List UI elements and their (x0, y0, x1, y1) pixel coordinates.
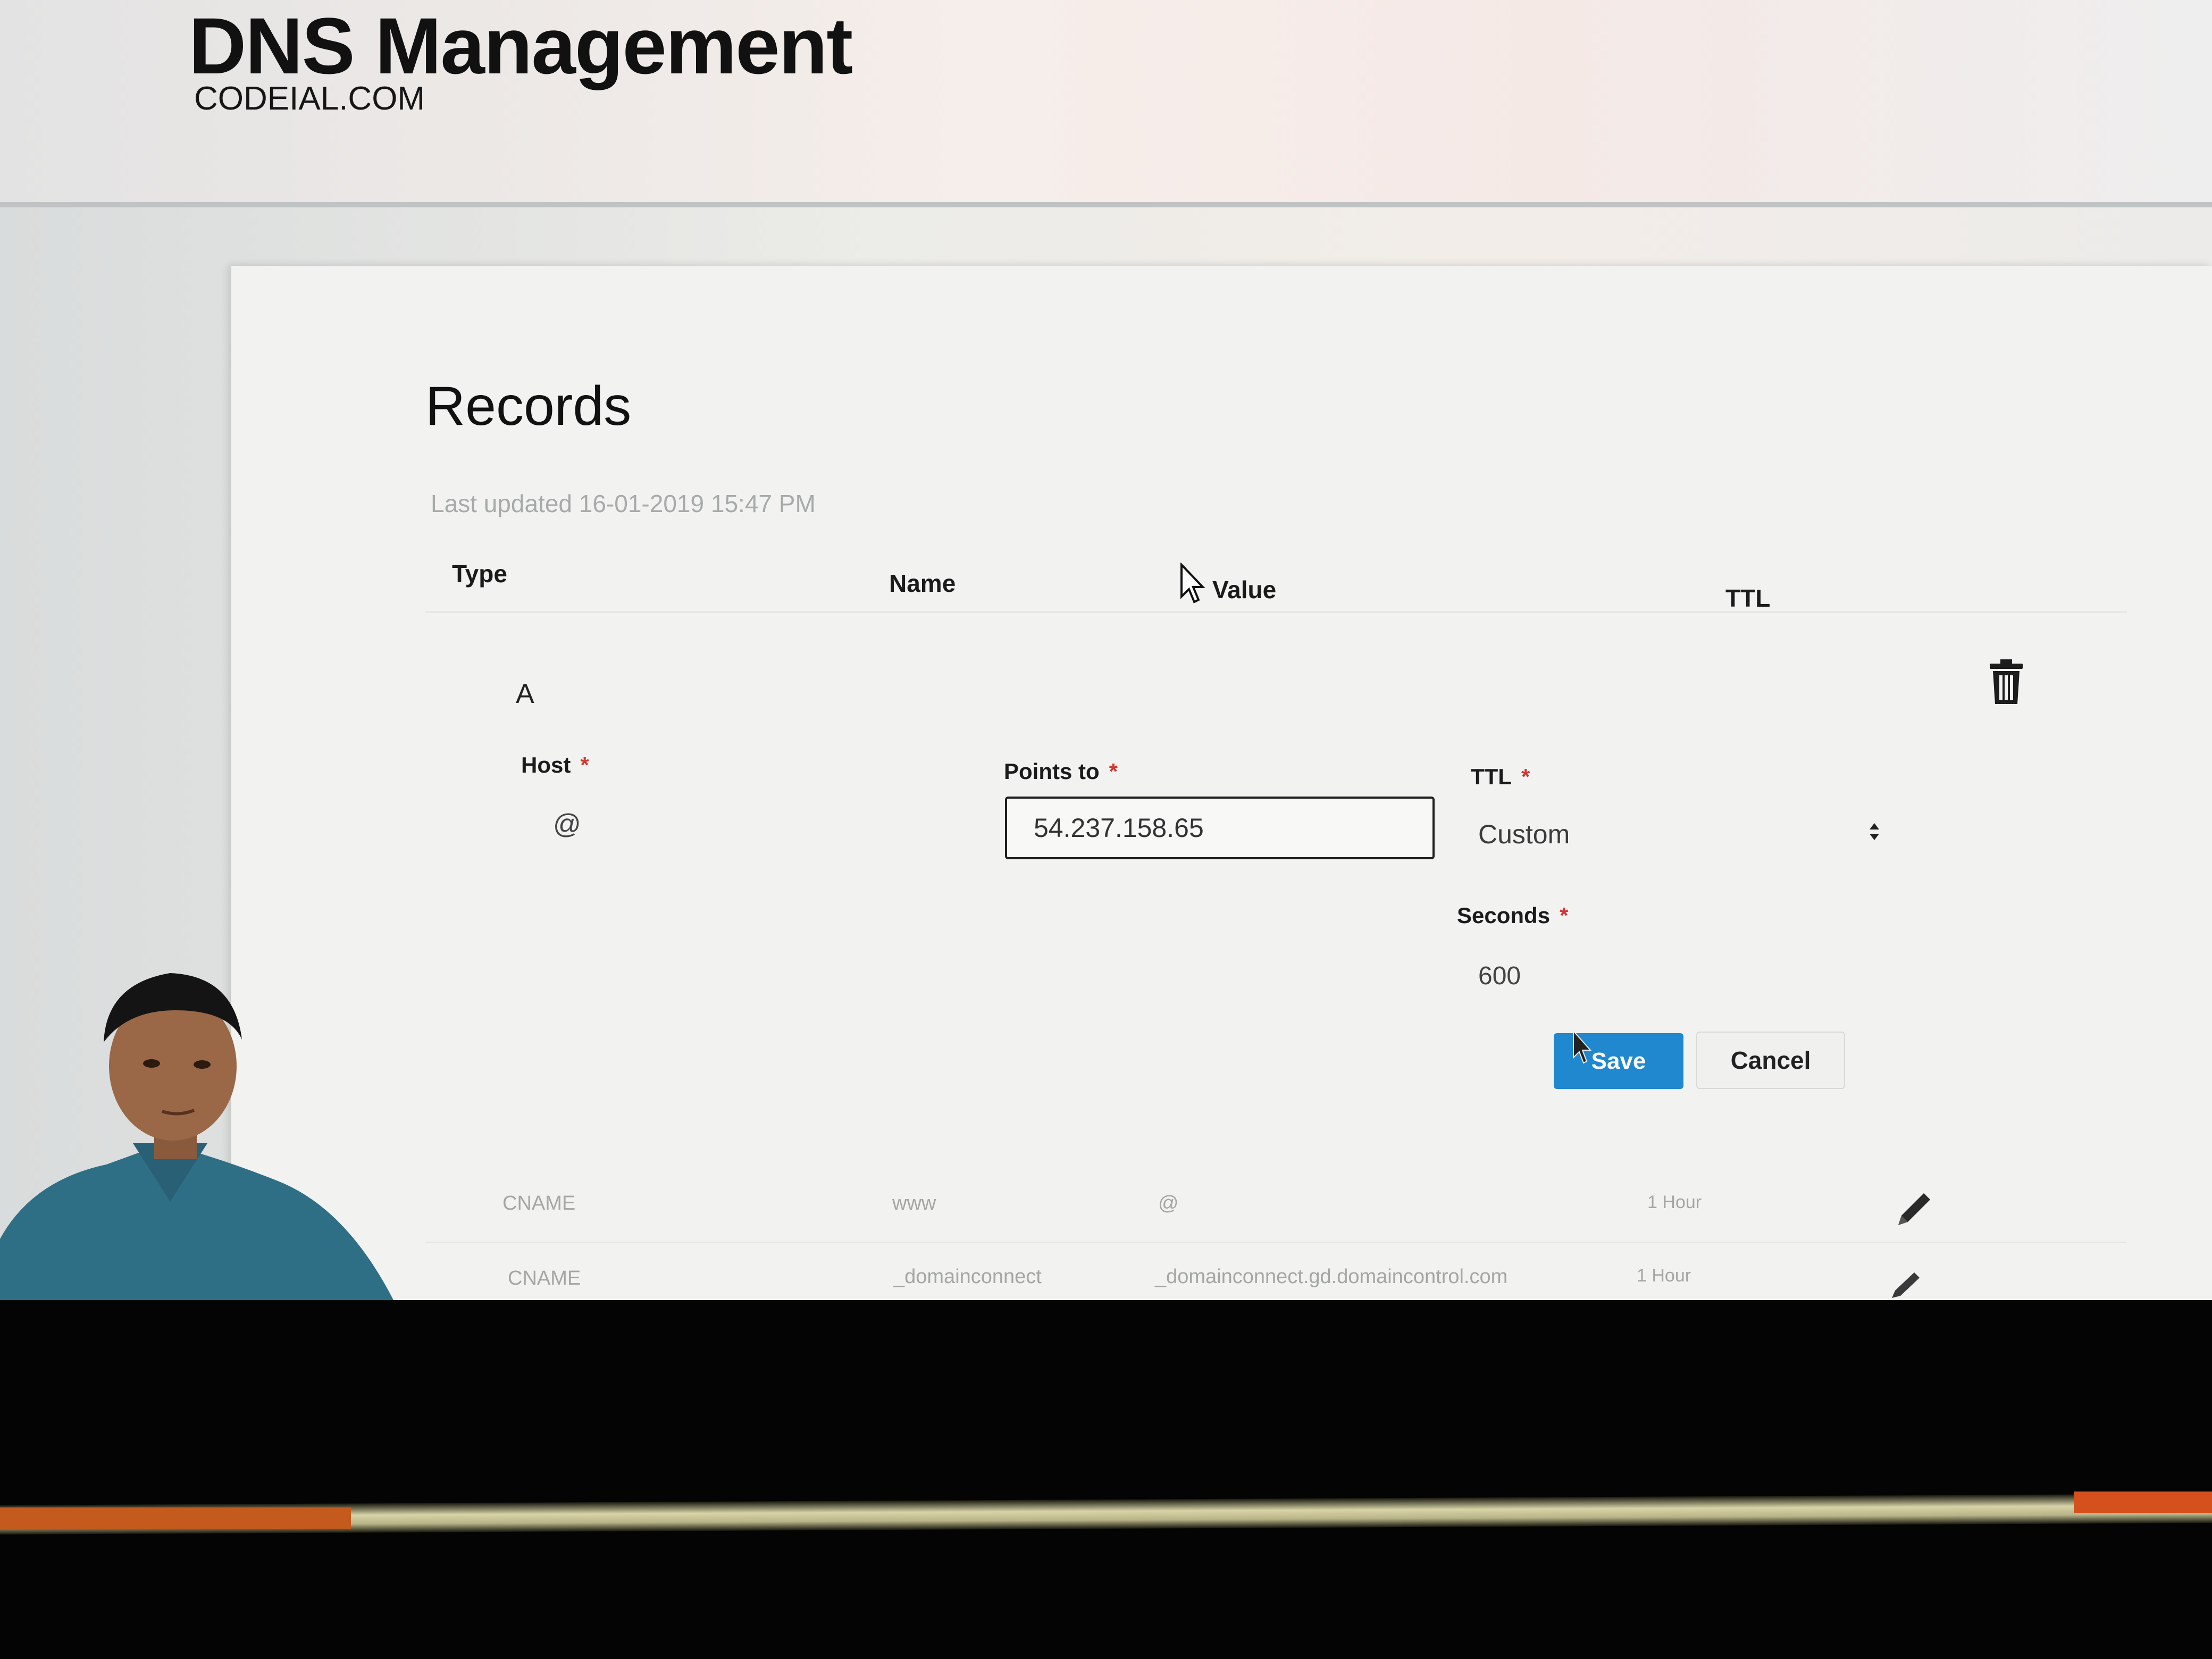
edit-record-button[interactable] (1894, 1187, 1937, 1229)
required-marker: * (1109, 759, 1118, 784)
column-header-name[interactable]: Name (889, 569, 956, 598)
seconds-label-text: Seconds (1457, 903, 1551, 928)
bezel-reflection-left (0, 1507, 351, 1529)
row-value: @ (1158, 1192, 1179, 1214)
pencil-icon (1892, 1272, 1920, 1298)
domain-name: CODEIAL.COM (194, 80, 425, 117)
trash-icon (1990, 659, 2023, 704)
row-ttl: 1 Hour (1647, 1192, 1702, 1212)
row-name: www (892, 1192, 936, 1214)
screen: DNS Management CODEIAL.COM Records Last … (0, 0, 2212, 1300)
monitor-bezel (0, 1300, 2212, 1659)
points-to-label-text: Points to (1004, 759, 1100, 784)
presenter-video (0, 973, 393, 1300)
row-name: _domainconnect (893, 1266, 1042, 1288)
page-header: DNS Management CODEIAL.COM (0, 0, 2212, 207)
row-divider (425, 1242, 2127, 1243)
row-ttl: 1 Hour (1637, 1266, 1691, 1286)
host-value[interactable]: @ (553, 808, 581, 840)
select-arrows-icon (1870, 823, 1879, 840)
seconds-input[interactable] (1468, 954, 1882, 997)
host-label-text: Host (521, 752, 571, 777)
delete-record-button[interactable] (1988, 658, 2025, 706)
host-label: Host * (521, 752, 589, 778)
bezel-reflection-right (2074, 1492, 2212, 1513)
edit-record-button[interactable] (1889, 1268, 1926, 1300)
page-title: DNS Management (189, 1, 853, 90)
column-header-value[interactable]: Value (1212, 575, 1276, 604)
row-value: _domainconnect.gd.domaincontrol.com (1155, 1266, 1508, 1288)
pencil-icon (1898, 1193, 1930, 1225)
records-heading: Records (425, 375, 632, 437)
required-marker: * (1521, 764, 1530, 789)
required-marker: * (580, 752, 589, 777)
ttl-label-text: TTL (1471, 764, 1512, 789)
column-header-ttl[interactable]: TTL (1725, 584, 1770, 613)
points-to-label: Points to * (1004, 759, 1118, 784)
last-updated-text: Last updated 16-01-2019 15:47 PM (431, 490, 816, 517)
row-type: CNAME (502, 1192, 576, 1214)
column-header-type[interactable]: Type (452, 559, 507, 588)
points-to-input[interactable] (1005, 797, 1435, 859)
table-header-divider (425, 611, 2127, 613)
required-marker: * (1560, 903, 1569, 928)
mouse-cursor-icon (1573, 1029, 1592, 1064)
ttl-select[interactable]: Custom (1468, 808, 1882, 856)
mouse-cursor-icon (1180, 563, 1205, 604)
record-type: A (516, 678, 534, 709)
ttl-label: TTL * (1471, 764, 1530, 790)
ttl-select-value: Custom (1478, 819, 1570, 849)
webcam-overlay (0, 952, 393, 1300)
row-type: CNAME (508, 1267, 581, 1289)
cancel-button[interactable]: Cancel (1696, 1032, 1845, 1089)
seconds-label: Seconds * (1457, 903, 1568, 928)
